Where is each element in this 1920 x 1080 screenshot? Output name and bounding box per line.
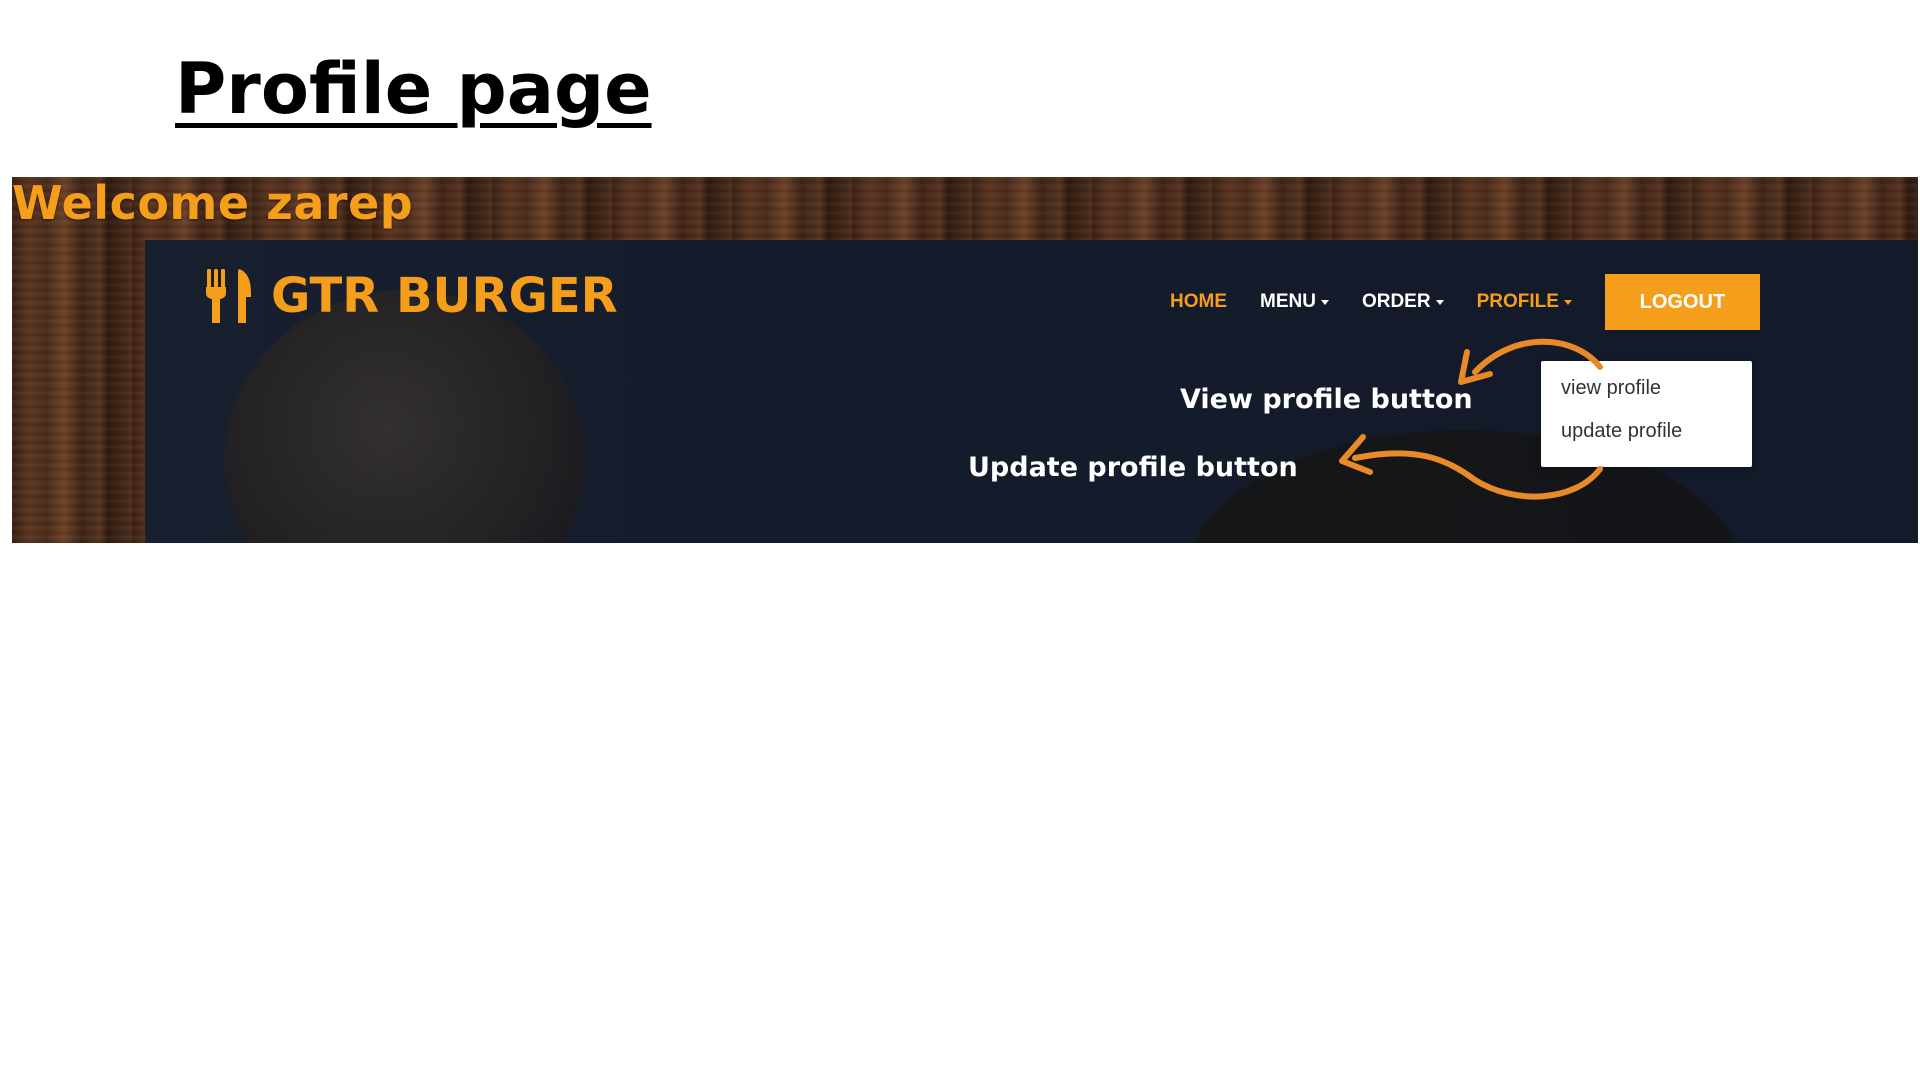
fork-knife-icon bbox=[206, 269, 251, 323]
profile-dropdown: view profile update profile bbox=[1541, 361, 1752, 467]
update-profile-item[interactable]: update profile bbox=[1561, 420, 1682, 443]
nav-menu[interactable]: MENU bbox=[1260, 291, 1329, 313]
brand-name: GTR BURGER bbox=[271, 268, 618, 324]
slide: Profile page Welcome zarep GTR BURGER HO… bbox=[0, 0, 1920, 1080]
nav-menu-label: MENU bbox=[1260, 291, 1316, 312]
caret-down-icon bbox=[1435, 299, 1444, 305]
caret-down-icon bbox=[1563, 299, 1572, 305]
main-nav: HOME MENU ORDER PROFILE LOGOUT bbox=[1170, 274, 1760, 330]
nav-order[interactable]: ORDER bbox=[1362, 291, 1444, 313]
navbar-hero: GTR BURGER HOME MENU ORDER PROFILE LOGOU… bbox=[145, 240, 1918, 543]
nav-order-label: ORDER bbox=[1361, 291, 1431, 312]
app-screenshot: Welcome zarep GTR BURGER HOME MENU ORDER… bbox=[12, 177, 1918, 543]
view-profile-annotation: View profile button bbox=[1180, 384, 1473, 415]
page-title: Profile page bbox=[175, 48, 652, 130]
nav-profile-label: PROFILE bbox=[1476, 291, 1559, 312]
view-profile-item[interactable]: view profile bbox=[1561, 377, 1661, 400]
brand-logo[interactable]: GTR BURGER bbox=[205, 267, 618, 325]
nav-home[interactable]: HOME bbox=[1170, 291, 1227, 313]
burger-image bbox=[225, 290, 585, 543]
nav-profile[interactable]: PROFILE bbox=[1477, 291, 1572, 313]
logout-button[interactable]: LOGOUT bbox=[1604, 274, 1760, 330]
nav-home-label: HOME bbox=[1170, 291, 1227, 312]
welcome-message: Welcome zarep bbox=[12, 177, 414, 230]
update-profile-annotation: Update profile button bbox=[968, 452, 1298, 483]
caret-down-icon bbox=[1320, 299, 1329, 305]
view-arrowhead-icon bbox=[1458, 349, 1493, 385]
